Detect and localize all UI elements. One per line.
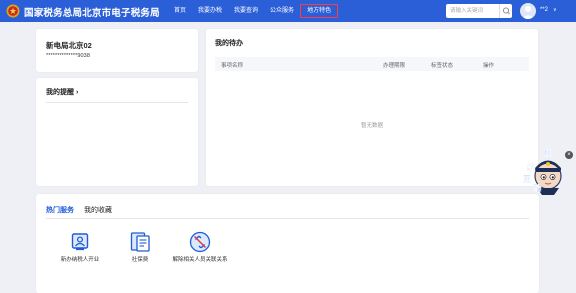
tab-hot-services[interactable]: 热门服务 [46,205,74,219]
taxpayer-id: **************9038 [46,53,91,59]
column-header-status: 标签状态 [431,63,454,69]
taxpayer-name: 新电局北京02 [46,41,92,50]
assistant-char: 动 [533,184,541,193]
service-label: 社保费 [131,257,149,263]
divider [46,218,529,219]
search-icon [502,7,510,15]
user-name[interactable]: **2 [540,7,548,13]
nav-query[interactable]: 我要查询 [228,4,264,18]
user-info-card: 新电局北京02 **************9038 [36,29,198,72]
nav-public-service[interactable]: 公众服务 [264,4,300,18]
todo-title: 我的待办 [215,40,243,47]
services-card: 热门服务 我的收藏 新办纳税人开业 社保费 解除相关人员关联关系 [36,194,539,293]
chevron-down-icon[interactable]: ∨ [553,7,557,13]
unlink-relation-icon [189,231,211,253]
service-unlink-relation[interactable]: 解除相关人员关联关系 [170,230,230,264]
nav-local-features[interactable]: 地方特色 [300,4,339,18]
divider [46,102,188,103]
column-header-item-name: 事项名称 [221,63,244,69]
service-label: 新办纳税人开业 [60,257,100,263]
assistant-char: 征 [544,148,552,157]
services-tabs: 热门服务 我的收藏 [46,205,122,219]
new-taxpayer-icon [71,233,89,251]
search-input[interactable] [450,6,496,16]
tax-emblem-logo[interactable] [6,4,20,18]
service-social-security[interactable]: 社保费 [110,230,170,264]
service-label: 解除相关人员关联关系 [172,257,228,263]
column-header-actions: 操作 [483,63,495,69]
nav-handle-tax[interactable]: 我要办税 [192,4,228,18]
reminders-title-link[interactable]: 我的提醒 › [46,87,78,97]
todo-card: 我的待办 事项名称 办理期限 标签状态 操作 暂无数据 [206,29,538,186]
service-new-taxpayer[interactable]: 新办纳税人开业 [50,230,110,264]
search-box [446,4,512,18]
tab-my-favorites[interactable]: 我的收藏 [84,205,112,219]
empty-state-text: 暂无数据 [360,123,383,129]
close-icon[interactable]: × [565,151,573,159]
reminders-card: 我的提醒 › [36,78,198,186]
assistant-char: 纳 [527,163,535,172]
user-avatar-icon [522,6,534,19]
assistant-char: 互 [523,175,531,184]
column-header-deadline: 办理期限 [383,63,406,69]
search-button[interactable] [499,4,512,18]
user-avatar[interactable] [520,3,536,19]
main-nav: 首页 我要办税 我要查询 公众服务 地方特色 [168,0,339,22]
top-navigation-bar: 国家税务总局北京市电子税务局 首页 我要办税 我要查询 公众服务 地方特色 **… [0,0,576,22]
social-security-icon [130,232,150,252]
todo-table-header: 事项名称 办理期限 标签状态 操作 [215,57,529,71]
nav-home[interactable]: 首页 [168,4,192,18]
site-title[interactable]: 国家税务总局北京市电子税务局 [24,5,160,19]
